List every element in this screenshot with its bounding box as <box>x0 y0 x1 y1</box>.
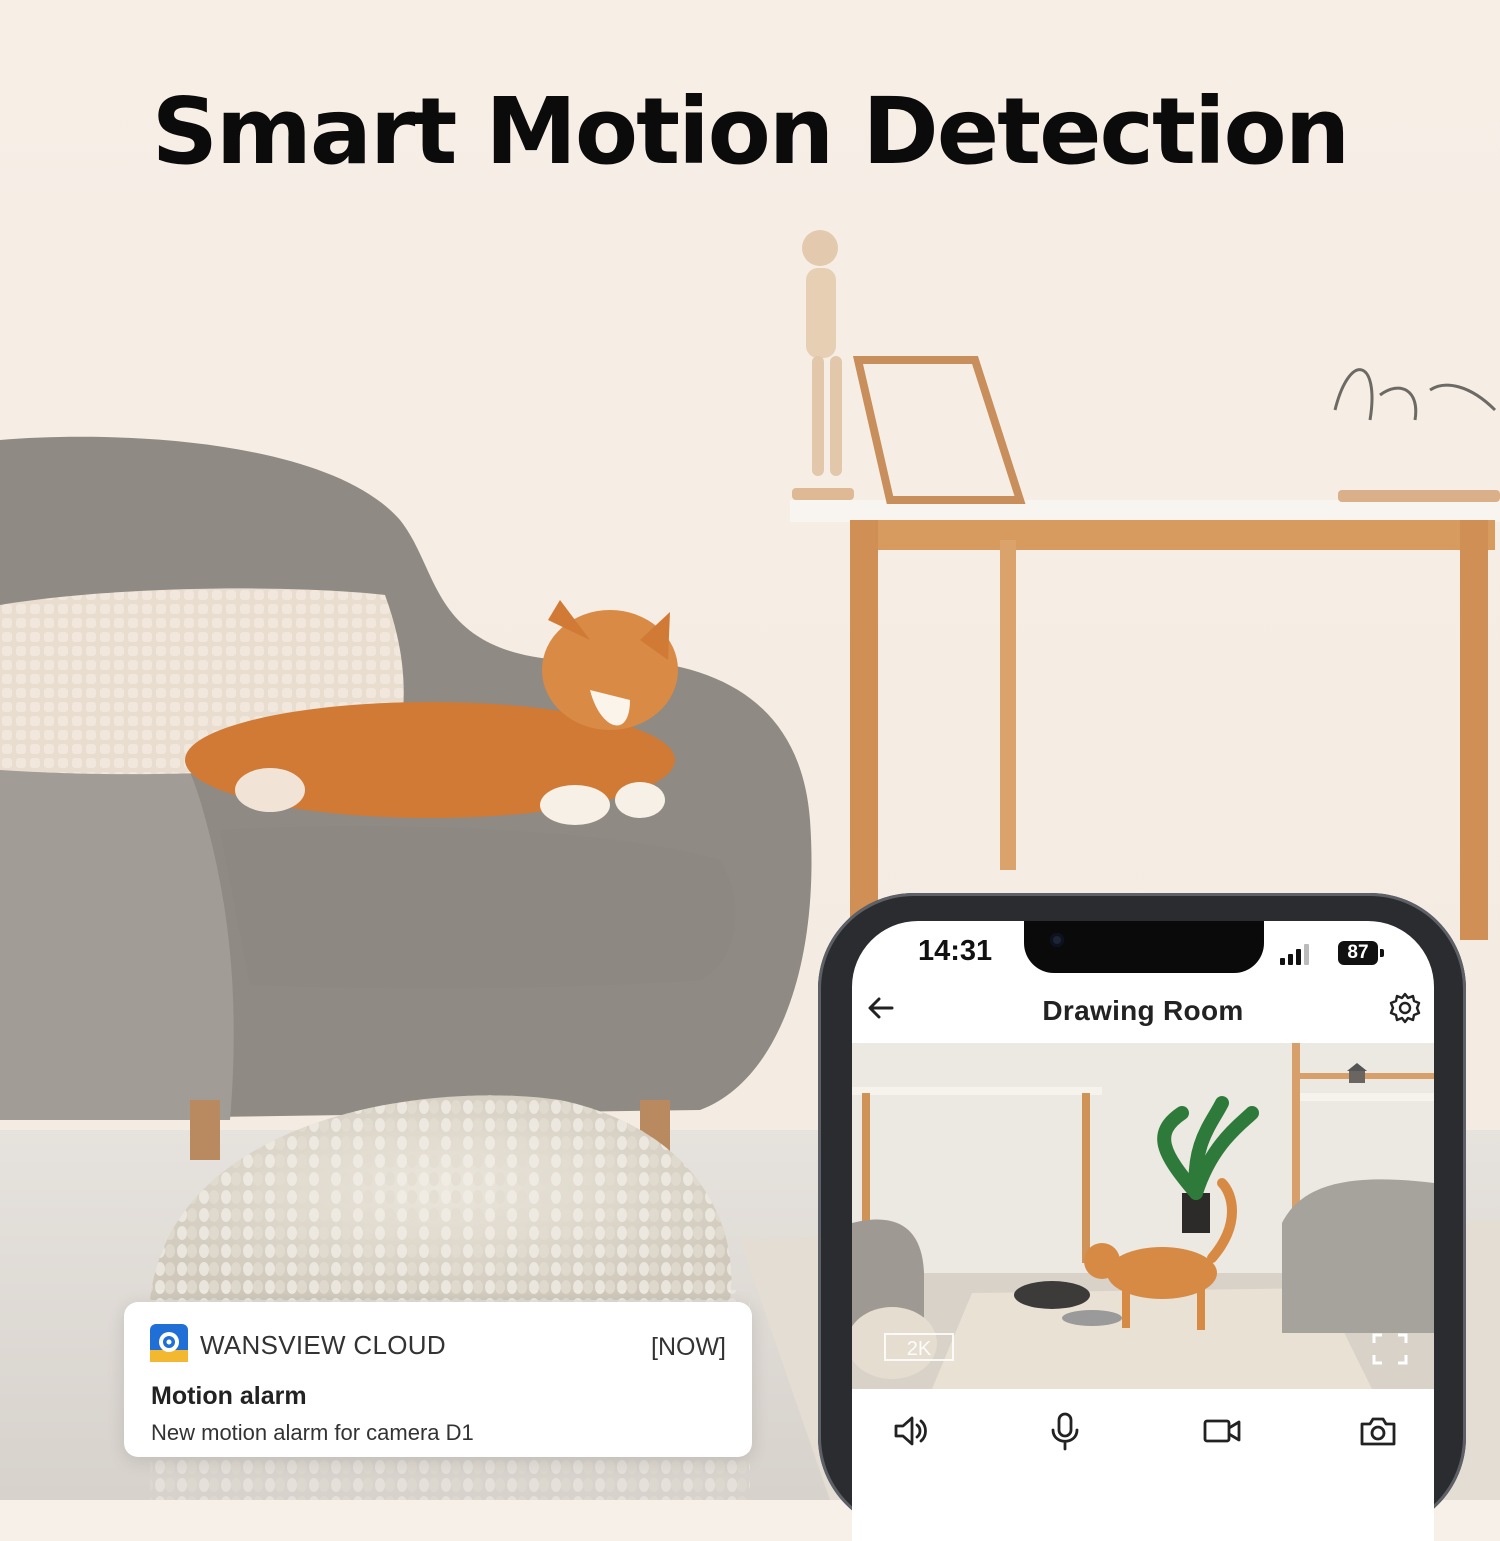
notification-body: New motion alarm for camera D1 <box>151 1420 474 1445</box>
signal-icon <box>1280 944 1309 965</box>
battery-icon: 87 <box>1338 941 1378 965</box>
snapshot-camera-icon[interactable] <box>1358 1411 1398 1451</box>
camera-room-title: Drawing Room <box>1042 995 1244 1026</box>
phone-screen: 14:31 87 Drawing Room 2K <box>852 921 1434 1541</box>
headline: Smart Motion Detection <box>151 78 1350 185</box>
microphone-icon[interactable] <box>1045 1411 1085 1451</box>
speaker-icon[interactable] <box>890 1411 930 1451</box>
quality-badge[interactable]: 2K <box>884 1333 954 1361</box>
phone-notch <box>1024 921 1264 973</box>
gear-icon[interactable] <box>1388 991 1422 1025</box>
battery-tip <box>1380 949 1384 957</box>
status-time: 14:31 <box>918 935 993 967</box>
fullscreen-icon[interactable] <box>1372 1333 1408 1365</box>
notification-title: Motion alarm <box>151 1382 307 1410</box>
live-camera-feed[interactable]: 2K <box>852 1043 1434 1389</box>
front-camera <box>1050 933 1064 947</box>
wansview-app-icon <box>150 1324 188 1362</box>
motion-notification-card[interactable]: WANSVIEW CLOUD [NOW] Motion alarm New mo… <box>124 1302 752 1457</box>
record-video-icon[interactable] <box>1202 1411 1242 1451</box>
notification-time: [NOW] <box>651 1333 726 1361</box>
notification-app-name: WANSVIEW CLOUD <box>200 1330 446 1360</box>
